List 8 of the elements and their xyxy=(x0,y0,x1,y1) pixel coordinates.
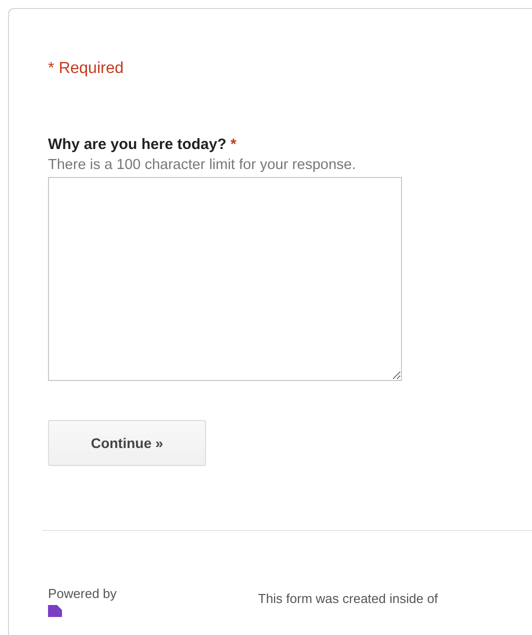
forms-logo-icon xyxy=(48,605,62,617)
question-title: Why are you here today? * xyxy=(48,136,238,153)
continue-button[interactable]: Continue » xyxy=(48,420,206,466)
answer-field[interactable] xyxy=(48,177,402,381)
required-note: * Required xyxy=(48,60,125,78)
help-text: There is a 100 character limit for your response. xyxy=(48,157,357,173)
footer-note: This form was created inside of xyxy=(258,591,438,608)
powered-by-text: Powered by xyxy=(48,586,118,601)
